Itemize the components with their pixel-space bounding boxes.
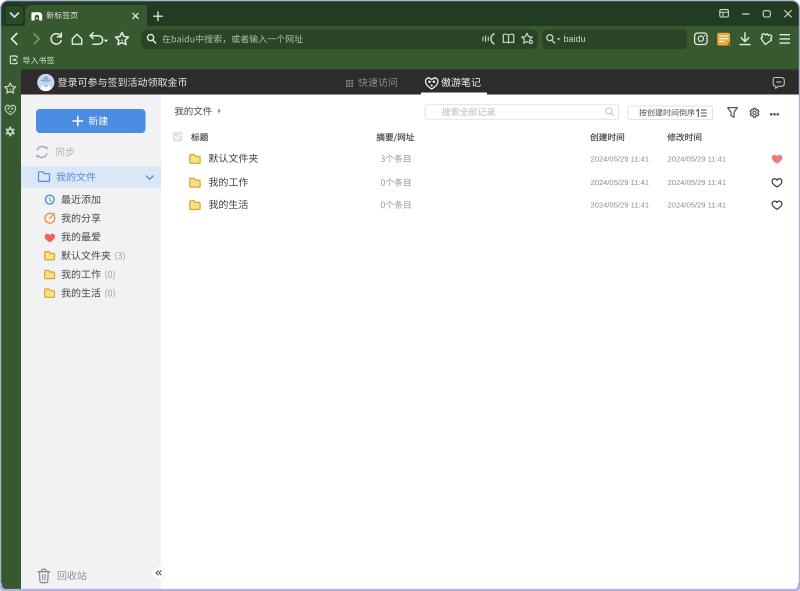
svg-text:2024/05/29 11:41: 2024/05/29 11:41 <box>591 154 650 163</box>
svg-text:2024/05/29 11:41: 2024/05/29 11:41 <box>668 154 727 163</box>
svg-text:2024/05/29 11:41: 2024/05/29 11:41 <box>591 201 650 210</box>
svg-text:baidu: baidu <box>564 34 586 44</box>
svg-text:2024/05/29 11:41: 2024/05/29 11:41 <box>668 201 727 210</box>
svg-text:2024/05/29 11:41: 2024/05/29 11:41 <box>591 178 650 187</box>
svg-text:2024/05/29 11:41: 2024/05/29 11:41 <box>668 178 727 187</box>
